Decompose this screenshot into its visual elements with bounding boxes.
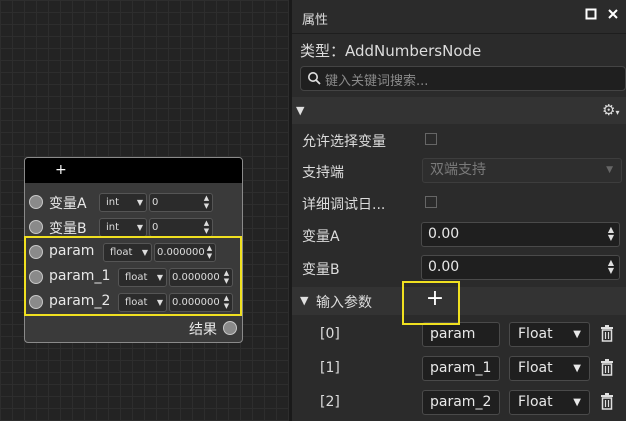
node-row-var-a: 变量A int ▼ 0 ▲ ▼ — [25, 192, 242, 216]
collapse-triangle-icon[interactable]: ▼ — [300, 294, 308, 307]
value-spinbox[interactable]: 0 ▲ ▼ — [149, 218, 213, 237]
input-port[interactable] — [29, 220, 43, 234]
param-index: [0] — [320, 326, 340, 342]
trash-icon[interactable] — [600, 359, 614, 377]
var-b-label: 变量B — [302, 262, 340, 278]
var-a-label: 变量A — [302, 229, 340, 245]
input-port[interactable] — [29, 195, 43, 209]
param-name-field[interactable]: param — [422, 322, 500, 347]
detailed-log-label: 详细调试日... — [302, 197, 386, 213]
node-add-button[interactable]: + — [55, 162, 67, 178]
highlight-box-add-param — [402, 281, 460, 325]
input-params-label: 输入参数 — [316, 295, 372, 311]
trash-icon[interactable] — [600, 325, 614, 343]
node-type-label: 类型：AddNumbersNode — [300, 42, 482, 60]
panel-title: 属性 — [302, 13, 329, 28]
allow-select-var-label: 允许选择变量 — [302, 134, 386, 150]
node-row-label: 变量B — [49, 221, 87, 237]
close-icon[interactable] — [606, 8, 620, 22]
param-name-field[interactable]: param_2 — [422, 390, 500, 415]
gear-icon[interactable]: ⚙▾ — [602, 101, 619, 119]
allow-select-var-checkbox[interactable] — [425, 133, 437, 145]
panel-titlebar: 属性 — [292, 0, 626, 34]
var-a-spinbox[interactable]: 0.00 ▲ ▼ — [421, 222, 620, 247]
highlight-box-node-params — [24, 236, 242, 316]
node-row-label: 变量A — [49, 196, 87, 212]
maximize-icon[interactable] — [584, 8, 598, 22]
value-spinbox[interactable]: 0 ▲ ▼ — [149, 193, 213, 212]
properties-panel: 属性 类型：AddNumbersNode 键入关键词搜索... ▼ ⚙▾ 允许选… — [292, 0, 626, 421]
search-placeholder: 键入关键词搜索... — [325, 74, 429, 89]
support-end-label: 支持端 — [302, 165, 344, 181]
result-label: 结果 — [189, 322, 217, 338]
detailed-log-checkbox[interactable] — [425, 196, 437, 208]
type-dropdown[interactable]: int ▼ — [99, 218, 147, 237]
search-input[interactable]: 键入关键词搜索... — [300, 66, 626, 91]
param-type-dropdown[interactable]: Float ▼ — [509, 322, 590, 347]
param-type-dropdown[interactable]: Float ▼ — [509, 356, 590, 381]
collapse-triangle-icon[interactable]: ▼ — [296, 104, 304, 117]
section-header-general[interactable]: ▼ ⚙▾ — [292, 97, 626, 124]
param-index: [2] — [320, 394, 340, 410]
support-end-dropdown[interactable]: 双端支持 ▼ — [422, 158, 622, 183]
param-index: [1] — [320, 360, 340, 376]
search-icon — [307, 71, 321, 89]
node-header[interactable]: + — [25, 158, 242, 183]
trash-icon[interactable] — [600, 393, 614, 411]
param-type-dropdown[interactable]: Float ▼ — [509, 390, 590, 415]
param-name-field[interactable]: param_1 — [422, 356, 500, 381]
type-dropdown[interactable]: int ▼ — [99, 193, 147, 212]
output-port[interactable] — [223, 321, 237, 335]
var-b-spinbox[interactable]: 0.00 ▲ ▼ — [421, 255, 620, 280]
